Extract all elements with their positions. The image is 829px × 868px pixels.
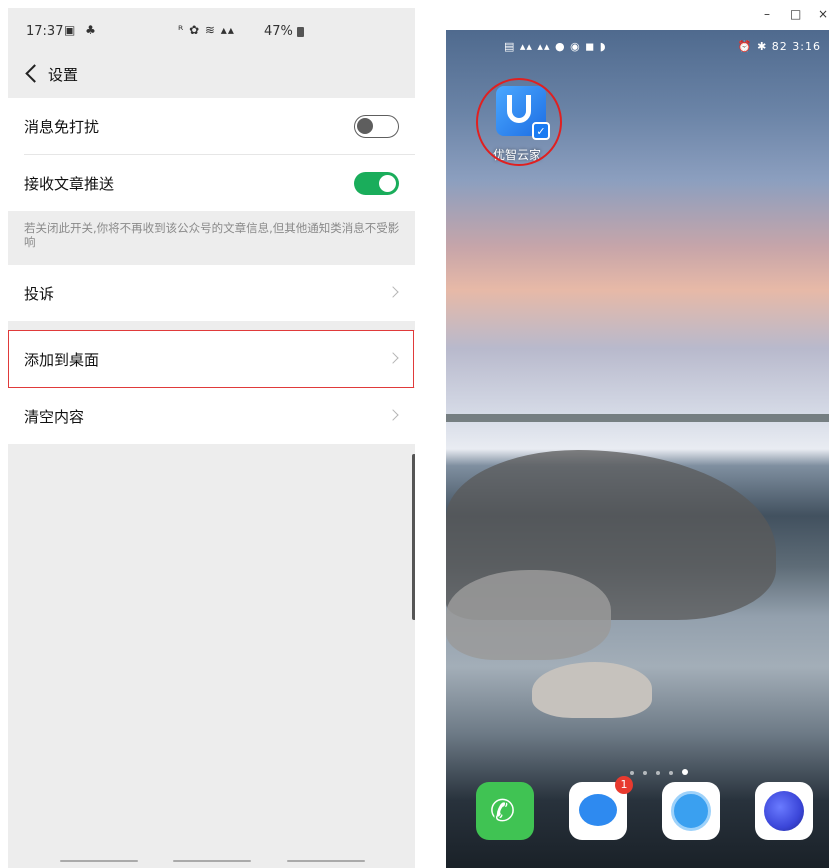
- chevron-right-icon: [387, 352, 399, 364]
- page-dot: [656, 771, 660, 775]
- settings-screen: 17:37 ▣ ♣ ᴿ ✿ ≋ ▴▴ 47% 设置 消息免打扰 接收文章推送 若…: [8, 8, 415, 868]
- bluetooth-icon: ✱: [757, 40, 768, 53]
- page-title: 设置: [48, 66, 79, 84]
- dnd-row[interactable]: 消息免打扰: [24, 98, 415, 155]
- wallpaper-treeline: [446, 414, 829, 422]
- browser-app-icon[interactable]: [662, 782, 720, 840]
- complain-row[interactable]: 投诉: [24, 265, 415, 321]
- phone-status-right: ⏰ ✱ 82 3:16: [738, 40, 821, 53]
- phone-handset-icon: ✆: [490, 794, 516, 829]
- clear-row[interactable]: 清空内容: [24, 388, 415, 444]
- globe-icon: [671, 791, 711, 831]
- camera-app-icon[interactable]: [755, 782, 813, 840]
- scrollbar[interactable]: [412, 454, 415, 620]
- status-time: 17:37: [26, 24, 64, 39]
- dnd-label: 消息免打扰: [24, 118, 100, 136]
- wallpaper-rock: [446, 570, 611, 660]
- page-dot: [643, 771, 647, 775]
- close-button[interactable]: ×: [818, 7, 828, 21]
- add-desktop-label: 添加到桌面: [24, 351, 100, 369]
- complain-label: 投诉: [24, 285, 55, 303]
- phone-app-icon[interactable]: ✆: [476, 782, 534, 840]
- page-dot: [669, 771, 673, 775]
- messages-app-icon[interactable]: 1: [569, 776, 633, 840]
- phone-time: 3:16: [792, 40, 821, 53]
- phone-status-icons: ▤ ▴▴ ▴▴ ● ◉ ◼ ◗: [504, 40, 607, 53]
- complain-group: 投诉: [8, 265, 415, 321]
- wallpaper-rock: [532, 662, 652, 718]
- alarm-icon: ⏰: [737, 40, 753, 53]
- highlight-circle: [476, 78, 562, 166]
- battery-icon: [297, 27, 304, 37]
- back-arrow-icon[interactable]: [25, 64, 44, 83]
- maximize-button[interactable]: □: [790, 7, 801, 21]
- chevron-right-icon: [387, 286, 399, 298]
- push-toggle[interactable]: [354, 172, 399, 195]
- chat-bubble-icon: [579, 794, 617, 826]
- toggle-group: 消息免打扰 接收文章推送: [8, 98, 415, 211]
- signal-icons: ᴿ ✿ ≋ ▴▴: [178, 23, 235, 37]
- page-indicator: [630, 760, 697, 779]
- page-dot: [630, 771, 634, 775]
- push-note: 若关闭此开关,你将不再收到该公众号的文章信息,但其他通知类消息不受影响: [24, 221, 400, 249]
- push-label: 接收文章推送: [24, 175, 115, 193]
- nav-gesture-bar: [287, 860, 365, 862]
- notification-icons: ▣ ♣: [64, 23, 99, 37]
- notification-badge: 1: [615, 776, 633, 794]
- nav-gesture-bar: [173, 860, 251, 862]
- home-screen: ▤ ▴▴ ▴▴ ● ◉ ◼ ◗ ⏰ ✱ 82 3:16 ✓ 优智云家 ✆ 1: [446, 30, 829, 868]
- camera-lens-icon: [764, 791, 804, 831]
- push-row[interactable]: 接收文章推送: [24, 155, 415, 211]
- status-bar: 17:37 ▣ ♣ ᴿ ✿ ≋ ▴▴ 47%: [8, 8, 415, 54]
- phone-status-bar: ▤ ▴▴ ▴▴ ● ◉ ◼ ◗ ⏰ ✱ 82 3:16: [446, 40, 829, 60]
- page-dot-active: [682, 769, 688, 775]
- chevron-right-icon: [387, 409, 399, 421]
- nav-bar: 设置: [8, 58, 415, 98]
- minimize-button[interactable]: –: [764, 7, 770, 21]
- window-titlebar: – □ ×: [446, 0, 829, 30]
- actions-group: 添加到桌面 清空内容: [8, 331, 415, 444]
- phone-battery: 82: [771, 40, 788, 53]
- add-desktop-row[interactable]: 添加到桌面: [24, 331, 415, 388]
- clear-label: 清空内容: [24, 408, 85, 426]
- emulator-window: – □ × ▤ ▴▴ ▴▴ ● ◉ ◼ ◗ ⏰ ✱ 82 3:16 ✓ 优智云家: [432, 0, 829, 868]
- nav-gesture-bar: [60, 860, 138, 862]
- battery-percent: 47%: [264, 24, 293, 39]
- dnd-toggle[interactable]: [354, 115, 399, 138]
